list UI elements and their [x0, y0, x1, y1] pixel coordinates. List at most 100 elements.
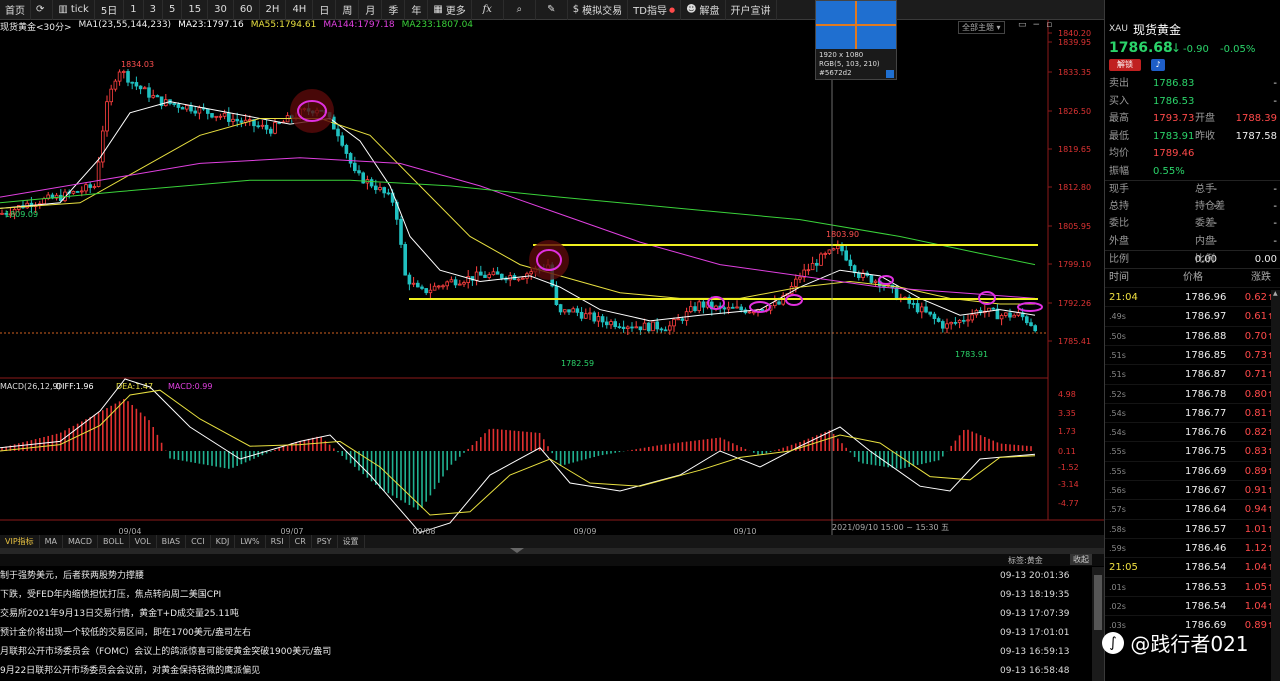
unlock-label: 解锁 — [1117, 60, 1133, 69]
collapse-arrow-icon[interactable] — [510, 548, 524, 553]
tab-0[interactable]: VIP指标 — [0, 535, 40, 548]
candle-body — [579, 311, 584, 319]
period-2-button[interactable]: 3 — [144, 0, 163, 20]
bell-icon[interactable]: ♪ — [1151, 59, 1165, 71]
candle-body — [172, 103, 177, 105]
fx-icon[interactable]: fx — [472, 0, 504, 20]
home-button[interactable]: 首页 — [0, 0, 31, 20]
macd-bar — [110, 405, 112, 451]
pen-icon[interactable]: ✎ — [536, 0, 568, 20]
news-item[interactable]: 下跌，受FED年内缩债担忧打压，焦点转向周二美国CPI 09-13 18:19:3… — [0, 586, 1069, 605]
tab-10[interactable]: CR — [290, 535, 312, 548]
tab-11[interactable]: PSY — [312, 535, 338, 548]
quote-label: 均价 — [1109, 148, 1129, 159]
period-10-button[interactable]: 周 — [336, 0, 360, 20]
macd-bar — [85, 419, 87, 451]
tick-button[interactable]: ▥ tick — [53, 0, 95, 20]
news-item[interactable]: 月联邦公开市场委员会（FOMC）会议上的鸽派惊喜可能使黄金突破1900美元/盎司… — [0, 643, 1069, 662]
period-13-button[interactable]: 年 — [405, 0, 429, 20]
period-11-button[interactable]: 月 — [359, 0, 383, 20]
macd-bar — [589, 451, 591, 459]
period-1-button[interactable]: 1 — [124, 0, 144, 20]
period-0-button[interactable]: 5日 — [95, 0, 125, 20]
candlestick-chart[interactable]: 1840.201839.95 1833.35 1826.50 1819.65 1812.… — [0, 20, 1104, 535]
sim-trade-button[interactable]: $ 模拟交易 — [568, 0, 629, 20]
low-price-label: 1783.91 — [955, 350, 988, 359]
period-3-button[interactable]: 5 — [163, 0, 183, 20]
minimize-icon[interactable]: − — [1033, 20, 1041, 30]
scroll-thumb[interactable] — [1094, 575, 1102, 630]
macd-bar — [1026, 445, 1028, 451]
restore-icon[interactable]: ▭ — [1018, 20, 1027, 30]
td-index-button[interactable]: TD指导 ● — [628, 0, 682, 20]
macd-bar — [534, 432, 537, 451]
period-9-button[interactable]: 日 — [313, 0, 337, 20]
period-5-button[interactable]: 30 — [208, 0, 234, 20]
tab-2[interactable]: MACD — [63, 535, 99, 548]
tab-8[interactable]: LW% — [235, 535, 266, 548]
macd-bar — [475, 441, 478, 451]
macd-bar — [996, 442, 999, 451]
macd-bar — [492, 428, 495, 451]
tab-5[interactable]: BIAS — [157, 535, 187, 548]
macd-bar — [648, 446, 650, 451]
collapse-button[interactable]: 收起 — [1070, 554, 1092, 565]
news-title: 制于强势美元，后者获两股势力撑腰 — [0, 571, 145, 581]
quote-label: 委比 — [1109, 218, 1129, 229]
news-item[interactable]: 预计金价将出现一个较低的交易区间，即在1700美元/盎司左右 09-13 17:0… — [0, 624, 1069, 643]
period-12-button[interactable]: 季 — [382, 0, 406, 20]
macd-bar — [988, 438, 990, 451]
macd-bar — [694, 440, 696, 451]
news-item[interactable]: 制于强势美元，后者获两股势力撑腰 09-13 20:01:36 — [0, 567, 1069, 586]
tick-scrollbar[interactable]: ▲ — [1271, 290, 1280, 681]
macd-bar — [1000, 443, 1003, 451]
macd-bar — [454, 451, 457, 461]
close-icon[interactable]: ▫ — [1046, 20, 1052, 30]
tab-3[interactable]: BOLL — [98, 535, 130, 548]
tab-4[interactable]: VOL — [130, 535, 157, 548]
unlock-badge[interactable]: 解锁 — [1109, 59, 1141, 71]
macd-bar — [312, 437, 314, 451]
macd-bar — [488, 429, 490, 451]
tab-9[interactable]: RSI — [266, 535, 290, 548]
macd-bar — [597, 451, 600, 456]
candle-body — [571, 308, 575, 313]
quote-label: 最高 — [1109, 113, 1129, 124]
decode-button[interactable]: ☻ 解盘 — [681, 0, 726, 20]
period-6-button[interactable]: 60 — [234, 0, 260, 20]
period-7-button[interactable]: 2H — [260, 0, 287, 20]
more-button[interactable]: ▦ 更多 — [428, 0, 472, 20]
magnifier-hex: #5672d2 — [819, 69, 852, 77]
candle-body — [373, 185, 378, 191]
tab-7[interactable]: KDJ — [211, 535, 236, 548]
candle-body — [109, 88, 114, 103]
candle-body — [428, 289, 433, 294]
open-account-button[interactable]: 开户宣讲 — [726, 0, 777, 20]
candle-body — [647, 322, 651, 332]
period-4-button[interactable]: 15 — [182, 0, 209, 20]
candle-body — [491, 271, 496, 276]
macd-bar — [64, 430, 66, 451]
news-item[interactable]: 9月22日联邦公开市场委员会会议前，对黄金保持轻微的鹰派偏见 09-13 16:5… — [0, 662, 1069, 681]
tab-6[interactable]: CCI — [186, 535, 211, 548]
candle-body — [668, 325, 672, 331]
macd-bar — [702, 439, 705, 451]
tab-12[interactable]: 设置 — [338, 535, 365, 548]
tick-time: .51s — [1109, 370, 1126, 380]
tick-row: .02s1786.541.04↑ — [1105, 595, 1280, 615]
tick-time: .50s — [1109, 331, 1126, 341]
macd-bar — [933, 451, 936, 462]
theme-dropdown[interactable]: 全部主题 ▾ — [958, 21, 1005, 34]
scroll-up-icon[interactable]: ▲ — [1273, 290, 1279, 302]
news-scrollbar[interactable] — [1092, 567, 1104, 681]
macd-bar — [131, 404, 133, 451]
candle-body — [991, 307, 995, 310]
period-8-button[interactable]: 4H — [286, 0, 314, 20]
tab-1[interactable]: MA — [40, 535, 64, 548]
tick-time: .54s — [1109, 408, 1126, 418]
news-item[interactable]: 交易所2021年9月13日交易行情，黄金T+D成交量25.11吨 09-13 17… — [0, 605, 1069, 624]
search-icon[interactable]: ⌕ — [504, 0, 536, 20]
quote-value-2: - — [1273, 78, 1277, 89]
refresh-button[interactable]: ⟳ — [31, 0, 54, 20]
macd-bar — [698, 440, 700, 451]
